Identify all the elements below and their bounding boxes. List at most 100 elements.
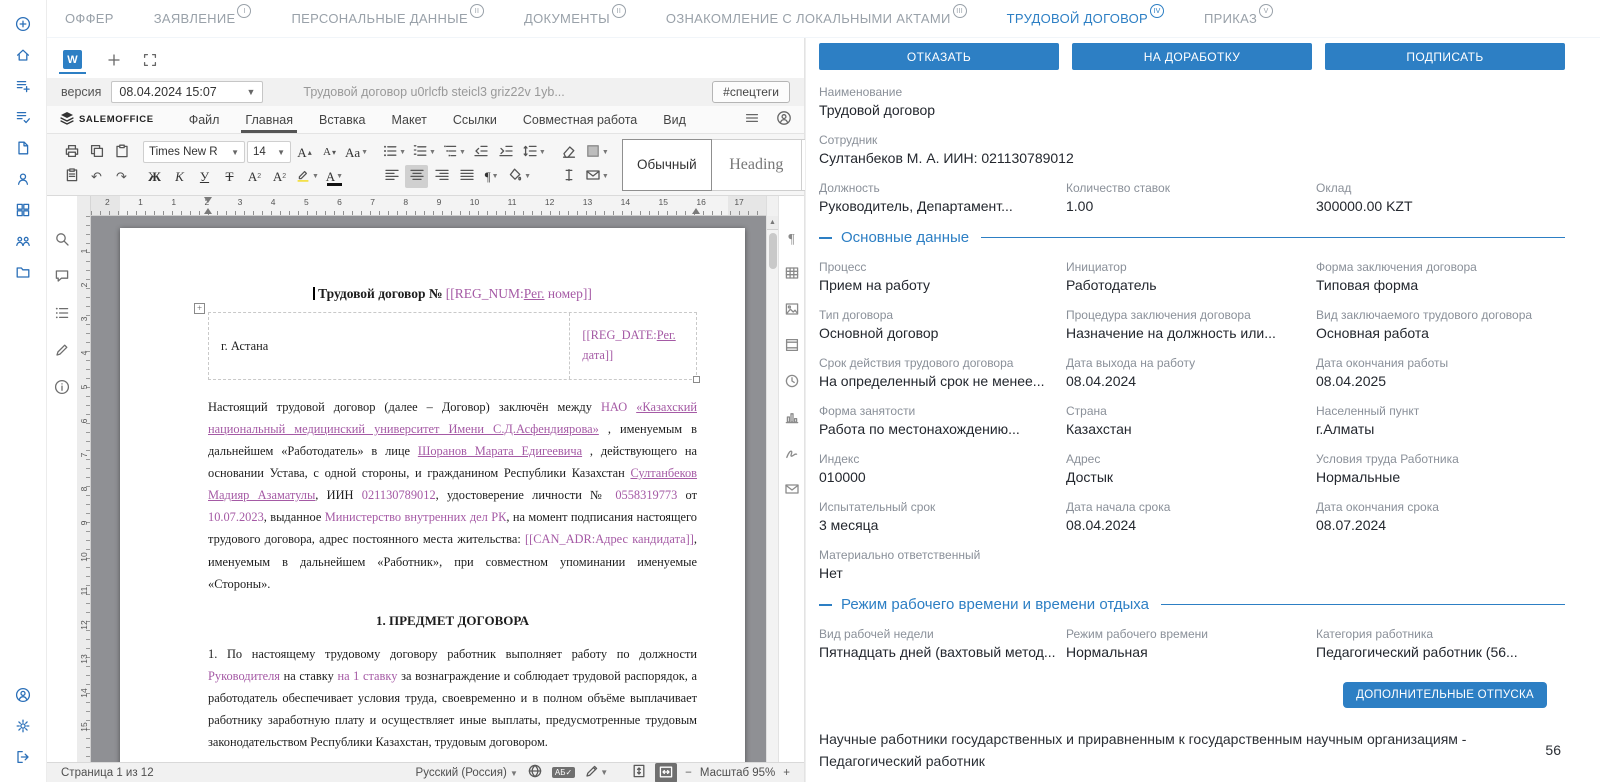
menu-Вставка[interactable]: Вставка bbox=[306, 106, 378, 133]
paragraph-panel-button[interactable]: ¶ bbox=[781, 228, 803, 250]
track-changes-toggle[interactable]: ▼ bbox=[584, 763, 608, 782]
hamburger-menu-button[interactable] bbox=[744, 108, 760, 132]
sidebar-settings-button[interactable] bbox=[6, 710, 40, 741]
subscript-button[interactable]: A2 bbox=[268, 165, 291, 188]
insert-field-button[interactable] bbox=[558, 165, 581, 188]
vertical-scrollbar[interactable]: ▲ bbox=[766, 216, 778, 762]
indent-marker-right[interactable] bbox=[692, 208, 700, 214]
indent-marker-left[interactable] bbox=[204, 208, 212, 214]
zoom-in-button[interactable]: + bbox=[783, 767, 790, 779]
navigation-panel-button[interactable] bbox=[51, 304, 73, 326]
document-page[interactable]: Трудовой договор № [[REG_NUM:Рег. номер]… bbox=[120, 228, 745, 762]
shading-button[interactable]: ▼ bbox=[583, 141, 611, 164]
indent-marker-first-line[interactable] bbox=[204, 197, 212, 203]
fit-width-button[interactable] bbox=[655, 763, 677, 782]
additional-vacations-button[interactable]: ДОПОЛНИТЕЛЬНЫЕ ОТПУСКА bbox=[1343, 682, 1547, 708]
scrollbar-thumb[interactable] bbox=[769, 233, 777, 269]
info-panel-button[interactable] bbox=[51, 378, 73, 400]
section-header[interactable]: Режим рабочего времени и времени отдыха bbox=[819, 596, 1565, 613]
signature-panel-button[interactable] bbox=[781, 444, 803, 466]
copy-style-button[interactable] bbox=[110, 141, 133, 164]
document-canvas[interactable]: Трудовой договор № [[REG_NUM:Рег. номер]… bbox=[91, 216, 766, 762]
menu-Ссылки[interactable]: Ссылки bbox=[440, 106, 510, 133]
tab-dokumenty[interactable]: ДОКУМЕНТЫII bbox=[524, 11, 626, 26]
headerfooter-panel-button[interactable] bbox=[781, 336, 803, 358]
tab-zayavlenie[interactable]: ЗАЯВЛЕНИЕI bbox=[154, 11, 252, 26]
spectags-button[interactable]: #спецтеги bbox=[712, 81, 790, 103]
rework-button[interactable]: НА ДОРАБОТКУ bbox=[1072, 43, 1312, 70]
paragraph-shading-button[interactable]: ▼ bbox=[505, 165, 533, 188]
add-document-button[interactable] bbox=[106, 50, 122, 74]
clear-style-button[interactable] bbox=[558, 141, 581, 164]
style-normal[interactable]: Обычный bbox=[622, 139, 712, 191]
sidebar-team-button[interactable] bbox=[6, 225, 40, 256]
superscript-button[interactable]: A2 bbox=[243, 165, 266, 188]
align-justify-button[interactable] bbox=[455, 165, 478, 188]
font-family-select[interactable]: Times New R▼ bbox=[143, 141, 245, 163]
tab-offer[interactable]: ОФФЕР bbox=[65, 11, 114, 26]
decrease-font-button[interactable]: A▾ bbox=[318, 141, 341, 164]
sidebar-account-button[interactable] bbox=[6, 679, 40, 710]
horizontal-ruler[interactable]: 211234567891011121314151617 bbox=[91, 196, 766, 216]
version-select[interactable]: 08.04.2024 15:07 ▼ bbox=[111, 81, 263, 103]
redo-button[interactable]: ↷ bbox=[110, 165, 133, 188]
table-panel-button[interactable] bbox=[781, 264, 803, 286]
increase-indent-button[interactable] bbox=[495, 141, 518, 164]
menu-Главная[interactable]: Главная bbox=[232, 106, 306, 133]
sidebar-home-button[interactable] bbox=[6, 39, 40, 70]
menu-Вид[interactable]: Вид bbox=[650, 106, 699, 133]
undo-button[interactable]: ↶ bbox=[85, 165, 108, 188]
set-language-button[interactable] bbox=[527, 763, 543, 782]
decrease-indent-button[interactable] bbox=[470, 141, 493, 164]
search-panel-button[interactable] bbox=[51, 230, 73, 252]
scroll-up-button[interactable]: ▲ bbox=[767, 216, 779, 230]
italic-button[interactable]: K bbox=[168, 165, 191, 188]
menu-Файл[interactable]: Файл bbox=[176, 106, 233, 133]
font-size-select[interactable]: 14▼ bbox=[247, 141, 291, 163]
tab-trudovoy-dogovor[interactable]: ТРУДОВОЙ ДОГОВОРIV bbox=[1007, 11, 1164, 26]
underline-button[interactable]: У bbox=[193, 165, 216, 188]
align-center-button[interactable] bbox=[405, 165, 428, 188]
language-select[interactable]: Русский (Россия) ▼ bbox=[416, 767, 518, 779]
menu-Макет[interactable]: Макет bbox=[378, 106, 439, 133]
font-color-button[interactable]: A▼ bbox=[323, 165, 346, 188]
tab-personalnye-dannye[interactable]: ПЕРСОНАЛЬНЫЕ ДАННЫЕII bbox=[291, 11, 483, 26]
highlight-color-button[interactable]: ▼ bbox=[293, 165, 321, 188]
user-avatar-button[interactable] bbox=[776, 108, 792, 132]
chart-panel-button[interactable] bbox=[781, 408, 803, 430]
bullet-list-button[interactable]: ▼ bbox=[380, 141, 408, 164]
table-resize-handle[interactable] bbox=[693, 376, 700, 383]
section-header[interactable]: Основные данные bbox=[819, 229, 1565, 246]
clock-panel-button[interactable] bbox=[781, 372, 803, 394]
comments-panel-button[interactable] bbox=[51, 267, 73, 289]
menu-Совместная работа[interactable]: Совместная работа bbox=[510, 106, 650, 133]
multilevel-list-button[interactable]: ▼ bbox=[440, 141, 468, 164]
change-case-button[interactable]: Aa▼ bbox=[343, 141, 370, 164]
image-panel-button[interactable] bbox=[781, 300, 803, 322]
fit-page-button[interactable] bbox=[631, 763, 647, 782]
strikethrough-button[interactable]: Ŧ bbox=[218, 165, 241, 188]
sidebar-request-check-button[interactable] bbox=[6, 101, 40, 132]
sign-button[interactable]: ПОДПИСАТЬ bbox=[1325, 43, 1565, 70]
increase-font-button[interactable]: A▴ bbox=[293, 141, 316, 164]
document-tab[interactable]: W bbox=[59, 50, 86, 74]
reject-button[interactable]: ОТКАЗАТЬ bbox=[819, 43, 1059, 70]
tab-oznakomlenie-s-lokalnymi-aktami[interactable]: ОЗНАКОМЛЕНИЕ С ЛОКАЛЬНЫМИ АКТАМИIII bbox=[666, 11, 967, 26]
numbered-list-button[interactable]: ▼ bbox=[410, 141, 438, 164]
spellcheck-toggle[interactable]: АБ✓ bbox=[552, 767, 575, 778]
bold-button[interactable]: Ж bbox=[143, 165, 166, 188]
sidebar-request-add-button[interactable] bbox=[6, 70, 40, 101]
copy-button[interactable] bbox=[85, 141, 108, 164]
fullscreen-button[interactable] bbox=[142, 50, 158, 74]
feedback-panel-button[interactable] bbox=[51, 341, 73, 363]
table-move-handle[interactable]: + bbox=[194, 303, 205, 314]
sidebar-add-circle-button[interactable] bbox=[6, 8, 40, 39]
mailmerge-panel-button[interactable] bbox=[781, 480, 803, 502]
sidebar-logout-button[interactable] bbox=[6, 741, 40, 772]
sidebar-document-button[interactable] bbox=[6, 132, 40, 163]
table-cell-city[interactable]: г. Астана bbox=[209, 313, 569, 379]
sidebar-folder-button[interactable] bbox=[6, 256, 40, 287]
print-button[interactable] bbox=[60, 141, 83, 164]
line-spacing-button[interactable]: ▼ bbox=[520, 141, 548, 164]
mail-merge-button[interactable]: ▼ bbox=[583, 165, 611, 188]
